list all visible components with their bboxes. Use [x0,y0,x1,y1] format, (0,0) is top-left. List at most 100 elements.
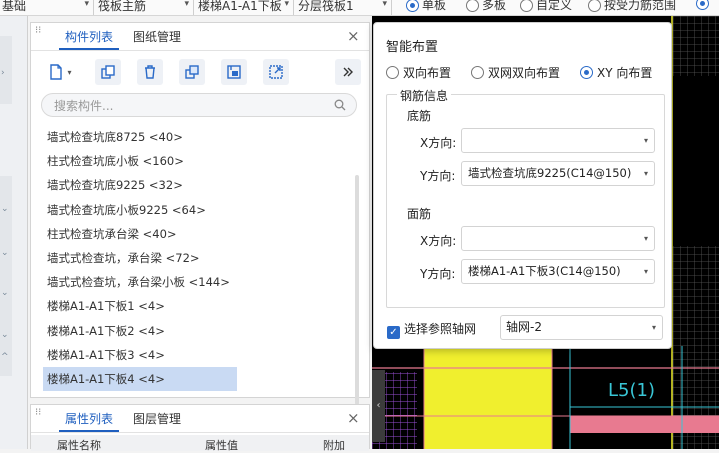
column-header: 属性名称 [57,439,101,452]
radio-double-net[interactable]: 双网双向布置 [471,64,560,81]
drag-handle-icon[interactable]: ⁝⁝ [35,408,47,429]
export-button[interactable] [263,59,289,85]
component-combo[interactable]: 楼梯A1-A1下板 ▾ [196,0,294,15]
chevron-icon[interactable]: ⌄ [1,248,9,258]
list-item[interactable]: 楼梯A1-A1下板1 <4> [43,294,343,318]
bottom-rebar-title: 底筋 [407,109,432,123]
top-y-select[interactable]: 楼梯A1-A1下板3(C14@150) ▾ [461,259,655,284]
drag-handle-icon[interactable]: ⁝⁝ [35,26,47,47]
radio-extra[interactable] [696,0,712,10]
chevron-icon[interactable]: ⌄ [1,204,9,214]
radio-icon [406,0,419,12]
new-component-button[interactable]: ▾ [41,59,79,85]
chevron-down-icon: ▾ [184,0,189,9]
import-icon [227,65,241,79]
chevron-down-icon: ▾ [284,0,289,9]
radio-custom[interactable]: 自定义 [520,0,572,13]
bottom-y-select[interactable]: 墙式检查坑底9225(C14@150) ▾ [461,161,655,186]
chevron-down-icon: ▾ [643,267,648,276]
chevron-down-icon: ▾ [84,0,89,9]
beam-bar [570,416,719,433]
radio-icon [466,0,479,12]
top-x-label: X方向: [420,234,457,248]
tab-drawing-management[interactable]: 图纸管理 [127,23,187,50]
new-file-icon [50,64,63,80]
component-panel: ⁝⁝ 构件列表 图纸管理 × ▾ 墙式检查坑底8725 [30,22,370,405]
radio-icon [386,66,399,79]
list-item[interactable]: 楼梯A1-A1下板3 <4> [43,343,343,367]
chevron-icon[interactable]: ⌄ [1,288,9,298]
radio-multi-board[interactable]: 多板 [466,0,506,13]
chevron-icon[interactable]: ^ [1,352,9,362]
floor-type-combo[interactable]: 基础 ▾ [0,0,94,15]
scrollbar[interactable] [355,175,359,405]
collapse-handle[interactable]: ‹ [372,370,385,442]
copy-component-button[interactable] [95,59,121,85]
chevron-down-icon: ▾ [643,169,648,178]
slab-region [424,349,552,449]
property-panel-tabs: ⁝⁝ 属性列表 图层管理 × [31,405,369,433]
trash-icon [145,65,155,79]
radio-icon [520,0,533,12]
radio-icon [588,0,601,12]
component-toolbar: ▾ [41,59,361,85]
copy-icon [101,65,115,79]
expand-button[interactable] [335,59,361,85]
component-list: 墙式检查坑底8725 <40> 柱式检查坑底小板 <160> 墙式检查坑底922… [43,125,343,392]
beam-label: L5(1) [608,380,655,401]
list-item[interactable]: 柱式检查坑承台梁 <40> [43,222,343,246]
chevron-down-icon: ▾ [643,234,648,243]
list-item[interactable]: 墙式检查坑底8725 <40> [43,125,343,149]
radio-icon [471,66,484,79]
bottom-y-label: Y方向: [420,169,456,183]
export-icon [269,65,283,79]
close-icon[interactable]: × [347,410,360,426]
radio-icon [696,0,709,10]
radio-two-way[interactable]: 双向布置 [386,64,451,81]
list-item[interactable]: 墙式检查坑底9225 <32> [43,173,343,197]
radio-icon [580,66,593,79]
top-rebar-title: 面筋 [407,207,432,221]
reference-axis-checkbox[interactable]: ✓ 选择参照轴网 [387,320,476,339]
chevron-down-icon: ▾ [643,136,648,145]
chevron-down-icon: ▾ [651,323,656,332]
rebar-info-group: 钢筋信息 底筋 X方向: ▾ Y方向: 墙式检查坑底9225(C14@150) ▾… [386,87,665,308]
radio-stress-range[interactable]: 按受力筋范围 [588,0,676,13]
layer-copy-button[interactable] [179,59,205,85]
tab-property-list[interactable]: 属性列表 [59,405,120,432]
list-item[interactable]: 柱式检查坑底小板 <160> [43,149,343,173]
radio-xy-layout[interactable]: XY 向布置 [580,64,652,81]
axis-grid-select[interactable]: 轴网-2 ▾ [500,315,663,340]
smart-layout-dialog: 智能布置 双向布置 双网双向布置 XY 向布置 钢筋信息 底筋 X方向: ▾ Y… [373,22,672,349]
delete-component-button[interactable] [137,59,163,85]
search-input[interactable] [54,97,324,114]
import-button[interactable] [221,59,247,85]
list-item-selected[interactable]: 楼梯A1-A1下板4 <4> [43,366,237,392]
top-toolbar: 基础 ▾ 筏板主筋 ▾ 楼梯A1-A1下板 ▾ 分层筏板1 ▾ 单板 多板 自定义 按受… [0,0,719,16]
group-title: 钢筋信息 [397,87,452,104]
tab-layer-management[interactable]: 图层管理 [127,405,187,432]
list-item[interactable]: 墙式式检查坑，承台梁 <72> [43,246,343,270]
list-item[interactable]: 楼梯A1-A1下板2 <4> [43,319,343,343]
list-item[interactable]: 墙式检查坑底小板9225 <64> [43,198,343,222]
chevron-icon[interactable]: ⌄ [1,330,9,340]
top-x-select[interactable]: ▾ [461,226,655,251]
chevron-left-icon: ‹ [376,400,381,411]
tab-component-list[interactable]: 构件列表 [59,23,120,50]
dialog-title: 智能布置 [386,40,439,55]
chevron-down-icon: ▾ [67,67,72,77]
double-chevron-right-icon [343,67,353,77]
property-panel: ⁝⁝ 属性列表 图层管理 × 属性名称 属性值 附加 [30,404,370,452]
top-y-label: Y方向: [420,267,456,281]
search-box [41,93,357,117]
checkmark-icon: ✓ [387,326,400,339]
layer-combo[interactable]: 分层筏板1 ▾ [296,0,392,15]
search-icon[interactable] [334,99,346,111]
chevron-icon[interactable]: › [1,68,5,78]
left-navigation-strip: › ⌄ ⌄ ⌄ ⌄ ^ [0,16,28,449]
list-item[interactable]: 墙式式检查坑，承台梁小板 <144> [43,270,343,294]
rebar-type-combo[interactable]: 筏板主筋 ▾ [96,0,194,15]
radio-single-board[interactable]: 单板 [406,0,446,13]
close-icon[interactable]: × [347,28,360,44]
bottom-x-select[interactable]: ▾ [461,128,655,153]
